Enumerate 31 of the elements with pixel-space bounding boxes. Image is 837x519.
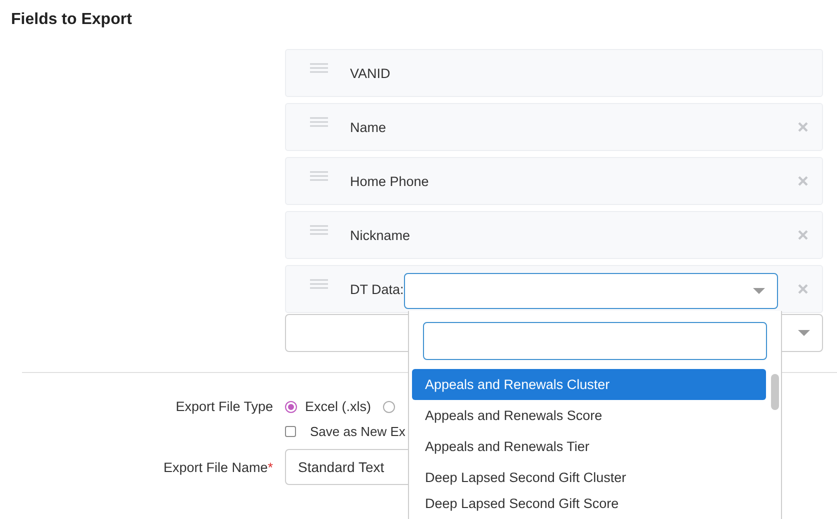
- form-label: Export File Type: [174, 399, 273, 414]
- dropdown-option[interactable]: Appeals and Renewals Cluster: [412, 369, 766, 400]
- search-field[interactable]: [423, 322, 767, 360]
- drag-handle-icon[interactable]: [310, 63, 328, 73]
- section-title: Fields to Export: [11, 11, 132, 29]
- radio-button[interactable]: [285, 400, 297, 412]
- checkbox[interactable]: [285, 426, 296, 437]
- drag-handle-icon[interactable]: [310, 171, 328, 181]
- remove-icon[interactable]: [798, 122, 808, 132]
- required-marker: *: [268, 460, 273, 474]
- drag-handle-icon[interactable]: [310, 279, 328, 289]
- field-label: Nickname: [350, 228, 410, 242]
- scrollbar[interactable]: [771, 374, 779, 410]
- field-label: DT Data:: [350, 282, 404, 296]
- remove-icon[interactable]: [798, 176, 808, 186]
- radio-label: Excel (.xls): [305, 399, 372, 414]
- caret-icon: [752, 288, 765, 294]
- drag-handle-icon[interactable]: [310, 225, 328, 235]
- dropdown-option[interactable]: Deep Lapsed Second Gift Score: [412, 493, 766, 519]
- remove-icon[interactable]: [798, 230, 808, 240]
- caret-icon: [798, 330, 810, 336]
- field-label: VANID: [350, 66, 390, 80]
- dropdown-option[interactable]: Appeals and Renewals Score: [412, 400, 766, 431]
- drag-handle-icon[interactable]: [310, 117, 328, 127]
- remove-icon[interactable]: [798, 284, 808, 294]
- radio-button[interactable]: [383, 400, 396, 412]
- field-select[interactable]: [404, 273, 778, 309]
- form-label: Export File Name: [163, 460, 268, 474]
- field-label: Home Phone: [350, 174, 429, 188]
- field-label: Name: [350, 120, 386, 134]
- checkbox-label: Save as New Ex: [310, 424, 406, 439]
